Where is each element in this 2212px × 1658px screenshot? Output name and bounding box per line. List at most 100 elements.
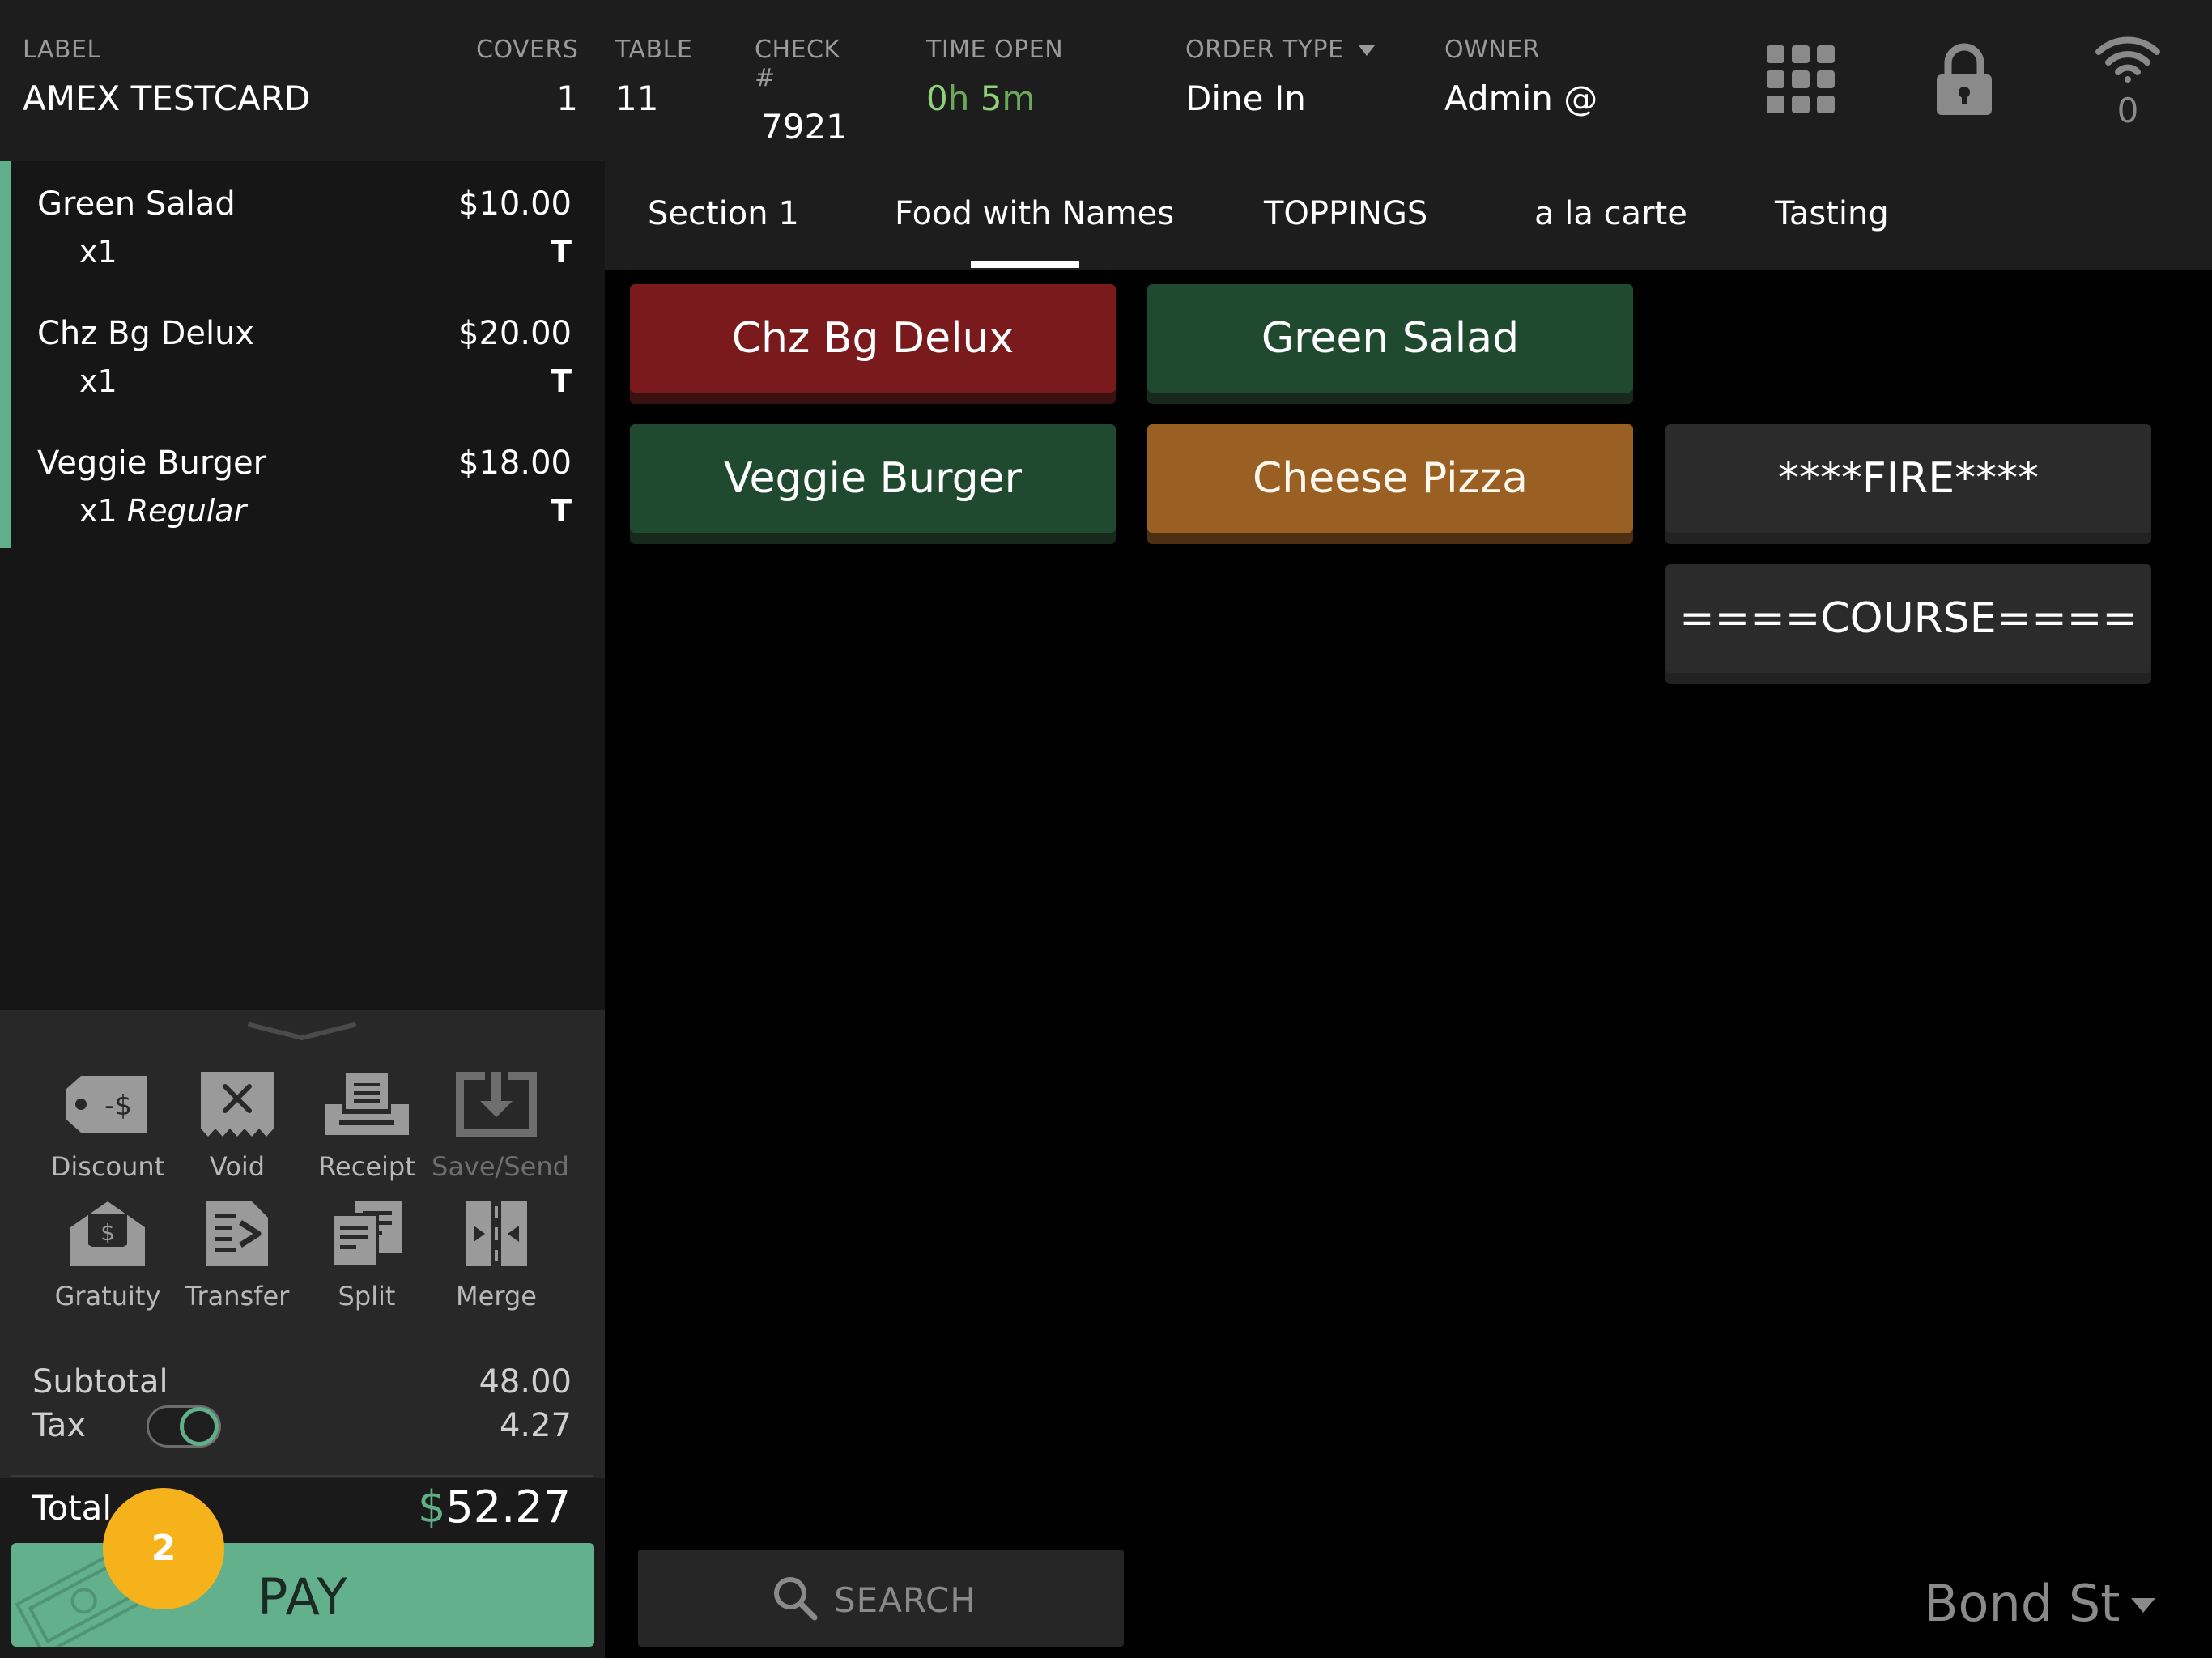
merge-button[interactable]: Merge: [432, 1193, 561, 1312]
void-receipt-icon: [172, 1064, 302, 1145]
location-caret-icon[interactable]: [2131, 1598, 2155, 1613]
course-button[interactable]: ====COURSE====: [1665, 564, 2151, 673]
order-item-name: Veggie Burger: [37, 444, 267, 482]
split-button[interactable]: Split: [302, 1193, 432, 1312]
menu-item-green-salad[interactable]: Green Salad: [1147, 284, 1633, 393]
save-send-button[interactable]: Save/Send: [432, 1064, 569, 1182]
check-field: CHECK # 7921: [755, 36, 868, 147]
svg-text:-$: -$: [104, 1090, 132, 1122]
subtotal-value: 48.00: [479, 1363, 572, 1401]
totals-divider: [11, 1475, 593, 1477]
fire-button[interactable]: ****FIRE****: [1665, 424, 2151, 533]
gratuity-button[interactable]: $ Gratuity: [43, 1193, 172, 1312]
tab-food-with-names[interactable]: Food with Names: [895, 195, 1174, 232]
pay-button[interactable]: PAY: [11, 1543, 594, 1647]
time-open-field: TIME OPEN 0h 5m: [926, 36, 1063, 118]
order-type-title: ORDER TYPE: [1185, 36, 1344, 64]
split-icon: [302, 1193, 432, 1274]
collapse-chevron-icon[interactable]: [247, 1022, 357, 1044]
covers-field[interactable]: COVERS 1: [476, 36, 578, 118]
gratuity-label: Gratuity: [54, 1281, 161, 1312]
pay-label: PAY: [257, 1567, 348, 1626]
discount-button[interactable]: -$ Discount: [43, 1064, 172, 1182]
transfer-label: Transfer: [185, 1281, 290, 1312]
location-selector[interactable]: Bond St: [1924, 1574, 2121, 1633]
save-send-icon: [432, 1064, 561, 1145]
save-send-label: Save/Send: [432, 1151, 569, 1182]
wifi-count: 0: [2116, 91, 2139, 130]
covers-value: 1: [556, 79, 578, 118]
top-header: LABEL AMEX TESTCARD COVERS 1 TABLE 11 CH…: [0, 0, 2212, 161]
split-label: Split: [338, 1281, 396, 1312]
owner-value: Admin @: [1444, 79, 1598, 118]
tax-toggle-knob: [180, 1407, 219, 1446]
order-item[interactable]: Chz Bg Delux $20.00 x1 T: [37, 291, 572, 420]
svg-text:$: $: [100, 1219, 115, 1246]
search-placeholder: SEARCH: [834, 1580, 976, 1620]
merge-icon: [432, 1193, 561, 1274]
tab-toppings[interactable]: TOPPINGS: [1264, 195, 1427, 232]
check-value: 7921: [761, 107, 848, 147]
discount-tag-icon: -$: [43, 1064, 172, 1145]
time-open-hours-unit: h: [947, 79, 970, 118]
tax-toggle[interactable]: [147, 1405, 221, 1448]
void-button[interactable]: Void: [172, 1064, 302, 1182]
grid-icon[interactable]: [1767, 45, 1835, 117]
transfer-button[interactable]: Transfer: [172, 1193, 302, 1312]
order-list: Green Salad $10.00 x1 T Chz Bg Delux $20…: [0, 161, 605, 1010]
tab-a-la-carte[interactable]: a la carte: [1534, 195, 1687, 232]
void-label: Void: [209, 1151, 266, 1182]
merge-label: Merge: [456, 1281, 537, 1312]
time-open-minutes: 5: [980, 79, 1002, 118]
order-item[interactable]: Green Salad $10.00 x1 T: [37, 161, 572, 291]
order-item[interactable]: Veggie Burger $18.00 x1 Regular T: [37, 420, 572, 550]
order-item-name: Green Salad: [37, 185, 236, 223]
receipt-button[interactable]: Receipt: [302, 1064, 432, 1182]
menu-item-veggie-burger[interactable]: Veggie Burger: [630, 424, 1116, 533]
menu-item-cheese-pizza[interactable]: Cheese Pizza: [1147, 424, 1633, 533]
tab-tasting[interactable]: Tasting: [1775, 195, 1889, 232]
order-item-tax-flag: T: [551, 493, 572, 529]
table-field[interactable]: TABLE 11: [615, 36, 692, 118]
order-type-value: Dine In: [1185, 79, 1306, 118]
discount-label: Discount: [50, 1151, 165, 1182]
order-item-name: Chz Bg Delux: [37, 315, 255, 352]
time-open-title: TIME OPEN: [926, 36, 1064, 64]
order-item-qty: x1: [79, 363, 117, 399]
table-value: 11: [615, 79, 659, 118]
label-field[interactable]: LABEL AMEX TESTCARD: [23, 36, 310, 118]
owner-field[interactable]: OWNER Admin @: [1444, 36, 1597, 118]
total-value: $52.27: [418, 1482, 571, 1533]
time-open-hours: 0: [926, 79, 948, 118]
label-title: LABEL: [23, 36, 101, 64]
transfer-icon: [172, 1193, 302, 1274]
check-title: CHECK #: [755, 36, 840, 92]
total-amount: 52.27: [445, 1482, 571, 1533]
owner-title: OWNER: [1444, 36, 1541, 64]
gratuity-envelope-icon: $: [43, 1193, 172, 1274]
order-item-price: $20.00: [458, 315, 572, 352]
active-tab-indicator: [971, 261, 1079, 268]
time-open-minutes-unit: m: [1002, 79, 1036, 118]
total-label: Total: [32, 1488, 113, 1528]
covers-title: COVERS: [476, 36, 579, 64]
order-stripe: [0, 161, 11, 548]
caret-down-icon: [1358, 45, 1375, 56]
order-type-dropdown[interactable]: ORDER TYPE Dine In: [1185, 36, 1375, 118]
menu-item-chz-bg-delux[interactable]: Chz Bg Delux: [630, 284, 1116, 393]
tax-value: 4.27: [499, 1407, 572, 1444]
order-item-tax-flag: T: [551, 363, 572, 399]
lock-icon[interactable]: [1935, 42, 1993, 120]
order-item-qty: x1 Regular: [79, 493, 247, 529]
search-icon: [772, 1575, 818, 1624]
tax-label: Tax: [32, 1407, 86, 1444]
item-count-badge: 2: [103, 1488, 224, 1609]
tab-section-1[interactable]: Section 1: [648, 195, 799, 232]
wifi-icon[interactable]: [2095, 34, 2160, 86]
subtotal-label: Subtotal: [32, 1363, 168, 1401]
menu-tabs: Section 1 Food with Names TOPPINGS a la …: [605, 161, 2212, 270]
order-item-price: $10.00: [458, 185, 572, 223]
order-item-qty: x1: [79, 234, 117, 270]
search-button[interactable]: SEARCH: [638, 1550, 1124, 1647]
table-title: TABLE: [615, 36, 693, 64]
